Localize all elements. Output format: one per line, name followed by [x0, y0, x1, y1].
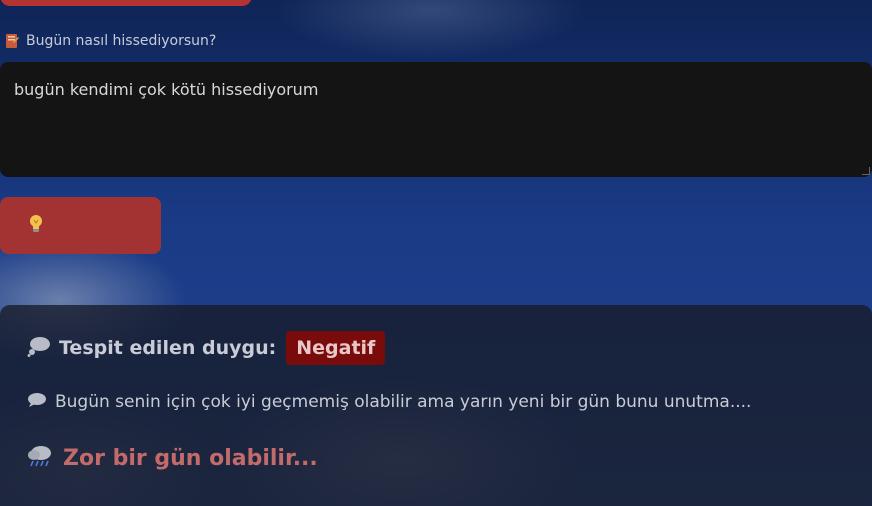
- resize-handle[interactable]: [862, 167, 870, 175]
- feeling-field-label: Bugün nasıl hissediyorsun?: [4, 32, 216, 50]
- diary-icon: [4, 33, 20, 49]
- feeling-textarea-value: bugün kendimi çok kötü hissediyorum: [14, 80, 319, 99]
- detected-emotion-title: Tespit edilen duygu:: [59, 337, 277, 359]
- message-row: Bugün senin için çok iyi geçmemiş olabil…: [27, 390, 751, 414]
- rain-cloud-icon: [27, 444, 53, 472]
- emotion-badge: Negatif: [286, 331, 386, 365]
- verdict-row: Zor bir gün olabilir...: [27, 442, 318, 474]
- message-text: Bugün senin için çok iyi geçmemiş olabil…: [55, 392, 752, 412]
- previous-button-edge[interactable]: [0, 0, 252, 6]
- speech-bubble-icon: [27, 392, 47, 413]
- verdict-text: Zor bir gün olabilir...: [63, 445, 318, 471]
- analyze-button[interactable]: [0, 197, 161, 254]
- detected-emotion-row: Tespit edilen duygu: Negatif: [27, 327, 386, 369]
- lightbulb-icon: [28, 214, 44, 238]
- thought-bubble-icon: [27, 335, 51, 361]
- feeling-label-text: Bugün nasıl hissediyorsun?: [26, 33, 217, 49]
- feeling-textarea[interactable]: bugün kendimi çok kötü hissediyorum: [0, 62, 872, 177]
